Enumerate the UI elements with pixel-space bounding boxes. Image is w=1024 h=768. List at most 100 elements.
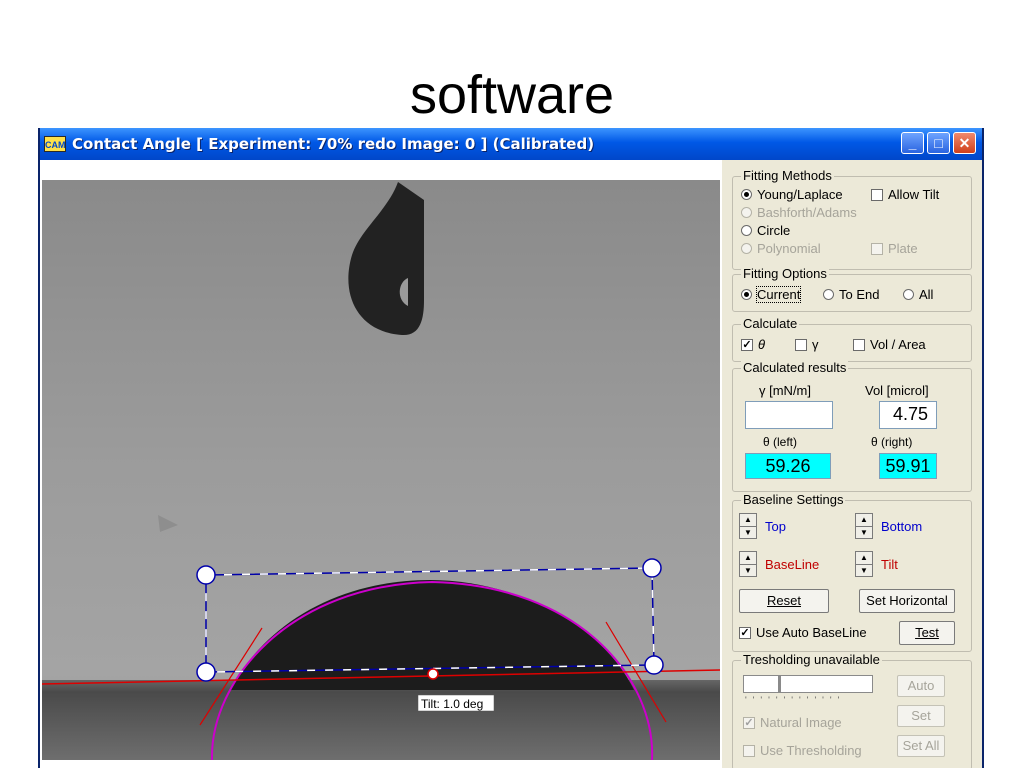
theta-right-label: θ (right) (871, 435, 913, 449)
theta-checkbox[interactable]: ✓ (741, 338, 753, 351)
bottom-label: Bottom (881, 518, 923, 534)
thresholding-group: Tresholding unavailable ''''''''''''' Au… (732, 652, 972, 768)
contact-angle-window: CAM Contact Angle [ Experiment: 70% redo… (38, 128, 984, 768)
fitting-options-legend: Fitting Options (741, 266, 829, 282)
set-button: Set (897, 705, 945, 727)
allow-tilt-label: Allow Tilt (888, 187, 940, 202)
tilt-label-text: Tilt (881, 556, 898, 572)
close-button[interactable]: ✕ (953, 132, 976, 154)
title-bar[interactable]: CAM Contact Angle [ Experiment: 70% redo… (40, 128, 982, 160)
use-thresholding-checkbox (743, 744, 755, 757)
circle-radio[interactable] (741, 225, 752, 236)
use-auto-baseline-checkbox[interactable]: ✓ (739, 626, 751, 639)
use-auto-baseline-option[interactable]: ✓ Use Auto BaseLine (739, 625, 867, 640)
roi-handle-bottom-left[interactable] (196, 662, 216, 682)
tilt-control[interactable]: ▲ ▼ Tilt (855, 551, 898, 577)
natural-image-option: ✓ Natural Image (743, 715, 842, 730)
gamma-checkbox[interactable] (795, 338, 807, 351)
tilt-center-handle[interactable] (427, 668, 439, 680)
set-all-button: Set All (897, 735, 945, 757)
auto-button: Auto (897, 675, 945, 697)
allow-tilt-option[interactable]: Allow Tilt (871, 187, 939, 202)
droplet-image[interactable]: Tilt: 1.0 deg (40, 160, 722, 768)
theta-left-label: θ (left) (763, 435, 798, 449)
use-thresholding-label: Use Thresholding (760, 743, 862, 758)
current-radio[interactable] (741, 289, 752, 300)
current-option[interactable]: Current (741, 286, 802, 303)
use-thresholding-option: Use Thresholding (743, 743, 862, 758)
vol-area-option[interactable]: Vol / Area (853, 337, 926, 352)
all-option[interactable]: All (903, 287, 933, 302)
tilt-label: Tilt: 1.0 deg (421, 697, 483, 711)
vol-value-field: 4.75 (879, 401, 937, 429)
circle-option[interactable]: Circle (741, 223, 790, 238)
top-label: Top (765, 518, 786, 534)
slide-title: software (409, 65, 615, 125)
fitting-options-group: Fitting Options Current To End All (732, 266, 972, 312)
test-button-label: Test (915, 625, 939, 640)
results-legend: Calculated results (741, 360, 849, 376)
threshold-value-field (743, 675, 779, 693)
baseline-settings-group: Baseline Settings ▲ ▼ Top ▲ ▼ Bottom ▲ ▼ Ba… (732, 492, 972, 652)
bashforth-adams-label: Bashforth/Adams (757, 205, 857, 220)
gamma-option[interactable]: γ (795, 337, 819, 352)
plate-checkbox (871, 242, 883, 255)
use-auto-baseline-label: Use Auto BaseLine (756, 625, 867, 640)
calculate-legend: Calculate (741, 316, 800, 332)
window-title: Contact Angle [ Experiment: 70% redo Ima… (72, 135, 595, 153)
bashforth-adams-radio (741, 207, 752, 218)
theta-option[interactable]: ✓ θ (741, 337, 765, 352)
thresholding-legend: Tresholding unavailable (741, 652, 882, 668)
set-horizontal-button[interactable]: Set Horizontal (859, 589, 955, 613)
plate-option: Plate (871, 241, 918, 256)
gamma-label: γ (812, 337, 819, 352)
minimize-button[interactable]: _ (901, 132, 924, 154)
maximize-button[interactable]: □ (927, 132, 950, 154)
results-group: Calculated results γ [mN/m] Vol [microl]… (732, 360, 972, 492)
baseline-control[interactable]: ▲ ▼ BaseLine (739, 551, 819, 577)
natural-image-checkbox: ✓ (743, 716, 755, 729)
circle-label: Circle (757, 223, 791, 238)
polynomial-option: Polynomial (741, 241, 821, 256)
baseline-spinner[interactable]: ▲ ▼ (739, 551, 757, 577)
top-spinner[interactable]: ▲ ▼ (739, 513, 757, 539)
bottom-control[interactable]: ▲ ▼ Bottom (855, 513, 922, 539)
roi-handle-bottom-right[interactable] (644, 655, 664, 675)
theta-left-value: 59.26 (745, 453, 831, 479)
current-label: Current (755, 286, 802, 303)
bashforth-adams-option: Bashforth/Adams (741, 205, 857, 220)
fitting-methods-legend: Fitting Methods (741, 168, 834, 184)
app-icon: CAM (44, 136, 66, 152)
top-control[interactable]: ▲ ▼ Top (739, 513, 786, 539)
to-end-radio[interactable] (823, 289, 834, 300)
reset-button-label: Reset (767, 593, 801, 608)
bottom-spinner[interactable]: ▲ ▼ (855, 513, 873, 539)
gamma-result-label: γ [mN/m] (759, 383, 811, 398)
natural-image-label: Natural Image (760, 715, 842, 730)
to-end-option[interactable]: To End (823, 287, 879, 302)
all-label: All (919, 287, 934, 302)
theta-label: θ (758, 337, 766, 352)
roi-handle-top-left[interactable] (196, 565, 216, 585)
all-radio[interactable] (903, 289, 914, 300)
test-button[interactable]: Test (899, 621, 955, 645)
droplet-image-view[interactable]: Tilt: 1.0 deg (40, 160, 722, 768)
reset-button[interactable]: Reset (739, 589, 829, 613)
young-laplace-option[interactable]: Young/Laplace (741, 187, 843, 202)
allow-tilt-checkbox[interactable] (871, 188, 883, 201)
polynomial-label: Polynomial (757, 241, 821, 256)
young-laplace-radio[interactable] (741, 189, 752, 200)
tilt-spinner[interactable]: ▲ ▼ (855, 551, 873, 577)
vol-area-checkbox[interactable] (853, 338, 865, 351)
substrate (42, 680, 720, 760)
slider-ticks: ''''''''''''' (745, 695, 846, 705)
roi-handle-top-right[interactable] (642, 558, 662, 578)
image-bottom-border (40, 760, 722, 768)
plate-label: Plate (888, 241, 918, 256)
polynomial-radio (741, 243, 752, 254)
calculate-group: Calculate ✓ θ γ Vol / Area (732, 316, 972, 362)
fitting-methods-group: Fitting Methods Young/Laplace Allow Tilt… (732, 168, 972, 270)
threshold-slider (779, 675, 873, 693)
theta-right-value: 59.91 (879, 453, 937, 479)
vol-result-label: Vol [microl] (865, 383, 929, 398)
